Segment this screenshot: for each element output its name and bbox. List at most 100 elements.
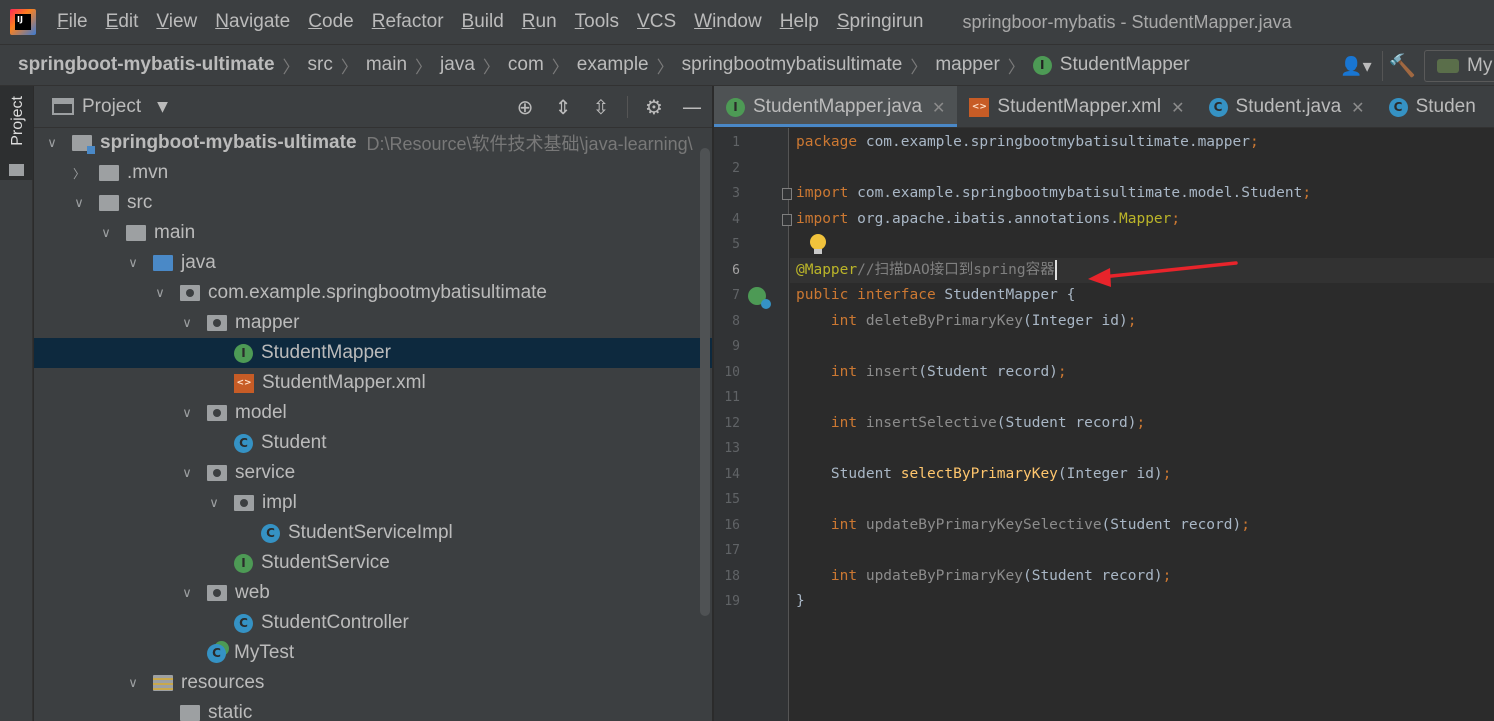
class-icon: C <box>1208 97 1228 117</box>
tree-item[interactable]: ∨ model <box>34 398 712 428</box>
tree-item[interactable]: ∨ src <box>34 188 712 218</box>
tree-item[interactable]: 〉CStudentController <box>34 608 712 638</box>
chevron-down-icon[interactable]: ∨ <box>179 406 195 421</box>
menu-file[interactable]: File <box>48 11 97 33</box>
tree-item[interactable]: 〉static <box>34 698 712 721</box>
lightbulb-icon[interactable] <box>810 234 826 256</box>
tree-item[interactable]: 〉IStudentService <box>34 548 712 578</box>
menu-build[interactable]: Build <box>453 11 513 33</box>
chevron-down-icon[interactable]: ∨ <box>179 316 195 331</box>
tree-item[interactable]: 〉 .mvn <box>34 158 712 188</box>
close-icon[interactable]: ✕ <box>1171 98 1184 117</box>
chevron-down-icon[interactable]: ∨ <box>152 286 168 301</box>
line-number: 16 <box>724 517 740 533</box>
breadcrumb-item[interactable]: StudentMapper <box>1060 54 1190 76</box>
tree-item-label: web <box>235 582 270 603</box>
breadcrumb-item[interactable]: com <box>508 54 544 76</box>
code-token: ; <box>1127 312 1137 329</box>
code-token: @Mapper <box>796 261 858 278</box>
editor-tab[interactable]: C Student.java ✕ <box>1197 86 1377 127</box>
code-token: Student <box>796 465 901 482</box>
code-token: ; <box>1241 516 1250 533</box>
chevron-down-icon[interactable]: ∨ <box>44 136 60 151</box>
run-gutter-icon[interactable] <box>748 287 771 309</box>
tree-item[interactable]: ∨ main <box>34 218 712 248</box>
editor-tab[interactable]: <> StudentMapper.xml ✕ <box>957 86 1196 127</box>
tree-item[interactable]: 〉CStudentServiceImpl <box>34 518 712 548</box>
menu-vcs[interactable]: VCS <box>628 11 685 33</box>
menu-tools[interactable]: Tools <box>566 11 628 33</box>
run-configuration-selector[interactable]: My <box>1424 50 1494 82</box>
code-line: @Mapper//扫描DAO接口到spring容器 <box>796 258 1057 283</box>
tree-item[interactable]: ∨ web <box>34 578 712 608</box>
text-caret <box>1054 259 1057 280</box>
breadcrumb-item[interactable]: example <box>577 54 649 76</box>
menu-refactor[interactable]: Refactor <box>363 11 453 33</box>
tree-item[interactable]: ∨ mapper <box>34 308 712 338</box>
package-icon <box>180 285 200 301</box>
chevron-down-icon[interactable]: ∨ <box>125 256 141 271</box>
tree-item[interactable]: ∨ service <box>34 458 712 488</box>
tree-item-label: impl <box>262 492 297 513</box>
breadcrumb-item[interactable]: springboot-mybatis-ultimate <box>18 54 275 76</box>
tree-item[interactable]: ∨ java <box>34 248 712 278</box>
line-number: 8 <box>732 313 740 329</box>
breadcrumb-item[interactable]: springbootmybatisultimate <box>682 54 903 76</box>
breadcrumb-item[interactable]: src <box>308 54 333 76</box>
menu-help[interactable]: Help <box>771 11 828 33</box>
chevron-down-icon[interactable]: ∨ <box>179 586 195 601</box>
build-hammer-button[interactable]: 🔨 <box>1382 51 1416 81</box>
chevron-down-icon[interactable]: ∨ <box>206 496 222 511</box>
tree-item[interactable]: ∨ resources <box>34 668 712 698</box>
tree-item[interactable]: 〉IStudentMapper <box>34 338 712 368</box>
close-icon[interactable]: ✕ <box>1351 98 1364 117</box>
tree-item[interactable]: 〉CMyTest <box>34 638 712 668</box>
menu-view[interactable]: View <box>147 11 206 33</box>
tree-scrollbar[interactable] <box>700 148 710 616</box>
code-token: package <box>796 134 866 150</box>
menu-edit[interactable]: Edit <box>97 11 148 33</box>
line-number: 2 <box>732 160 740 176</box>
locate-crosshair-icon[interactable]: ⊕ <box>513 95 537 119</box>
line-number: 11 <box>724 390 740 405</box>
tree-item[interactable]: ∨ springboot-mybatis-ultimate D:\Resource\… <box>34 128 712 158</box>
user-menu-button[interactable]: 👤▾ <box>1336 51 1376 81</box>
menu-window[interactable]: Window <box>685 11 771 33</box>
expand-all-icon[interactable]: ⇕ <box>551 95 575 119</box>
gear-icon[interactable]: ⚙ <box>642 95 666 119</box>
editor-tab[interactable]: C Studen <box>1377 86 1488 127</box>
folder-icon <box>99 165 119 181</box>
tree-item[interactable]: ∨ impl <box>34 488 712 518</box>
menu-springirun[interactable]: Springirun <box>828 11 933 33</box>
breadcrumb-item[interactable]: java <box>440 54 475 76</box>
project-panel-title[interactable]: Project <box>82 96 141 118</box>
chevron-down-icon[interactable]: ∨ <box>125 676 141 691</box>
breadcrumb-item[interactable]: mapper <box>935 54 999 76</box>
project-tool-window-button[interactable]: Project <box>0 86 33 180</box>
close-icon[interactable]: ✕ <box>932 98 945 117</box>
tree-item[interactable]: 〉<>StudentMapper.xml <box>34 368 712 398</box>
chevron-down-icon[interactable]: ∨ <box>179 466 195 481</box>
code-area[interactable]: package com.example.springbootmybatisult… <box>790 128 1494 721</box>
menu-navigate[interactable]: Navigate <box>206 11 299 33</box>
editor-tab[interactable]: I StudentMapper.java ✕ <box>714 86 958 127</box>
tree-item[interactable]: 〉CStudent <box>34 428 712 458</box>
code-token: (Student record) <box>918 363 1058 380</box>
menu-code[interactable]: Code <box>299 11 362 33</box>
code-line: Student selectByPrimaryKey(Integer id); <box>796 462 1172 487</box>
chevron-right-icon[interactable]: 〉 <box>71 165 87 182</box>
chevron-down-icon[interactable]: ▼ <box>157 99 168 115</box>
tree-item[interactable]: ∨ com.example.springbootmybatisultimate <box>34 278 712 308</box>
minimize-icon[interactable]: — <box>680 95 704 119</box>
chevron-down-icon[interactable]: ∨ <box>71 196 87 211</box>
tree-item-label: model <box>235 402 287 423</box>
test-class-icon: C <box>207 643 226 663</box>
breadcrumb-item[interactable]: main <box>366 54 407 76</box>
toolbar-divider <box>627 96 628 118</box>
tree-item-label: resources <box>181 672 265 693</box>
chevron-down-icon[interactable]: ∨ <box>98 226 114 241</box>
menu-run[interactable]: Run <box>513 11 566 33</box>
collapse-all-icon[interactable]: ⇳ <box>589 95 613 119</box>
